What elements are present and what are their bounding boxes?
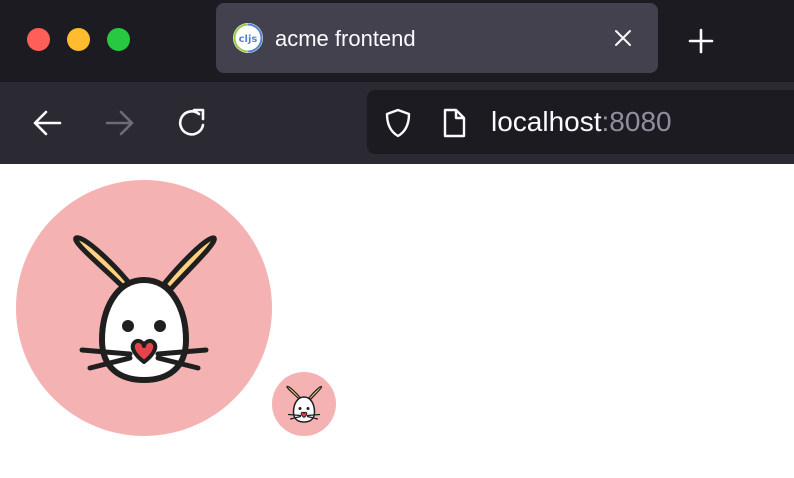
- browser-chrome: cljs acme frontend localhost:8080: [0, 0, 794, 164]
- page-content: [0, 164, 794, 478]
- favicon-label: cljs: [239, 34, 258, 45]
- close-icon[interactable]: [612, 27, 634, 49]
- page-icon: [443, 108, 466, 138]
- arrow-right-icon[interactable]: [102, 105, 138, 141]
- url-port: :8080: [601, 106, 672, 137]
- close-window-button[interactable]: [27, 28, 50, 51]
- tab-strip: cljs acme frontend: [0, 0, 794, 82]
- shield-icon[interactable]: [382, 107, 414, 139]
- reload-icon[interactable]: [174, 105, 210, 141]
- bunny-icon: [272, 372, 336, 436]
- url-text[interactable]: localhost:8080: [491, 106, 672, 138]
- url-host: localhost: [491, 106, 602, 137]
- maximize-window-button[interactable]: [107, 28, 130, 51]
- cljs-logo-icon: cljs: [233, 23, 263, 53]
- tab-acme-frontend[interactable]: cljs acme frontend: [216, 3, 658, 73]
- navigation-toolbar: localhost:8080: [0, 82, 794, 164]
- minimize-window-button[interactable]: [67, 28, 90, 51]
- url-bar[interactable]: localhost:8080: [367, 90, 794, 154]
- bunny-icon: [16, 180, 272, 436]
- plus-icon[interactable]: [686, 26, 716, 56]
- tab-title: acme frontend: [275, 26, 416, 51]
- arrow-left-icon[interactable]: [29, 105, 65, 141]
